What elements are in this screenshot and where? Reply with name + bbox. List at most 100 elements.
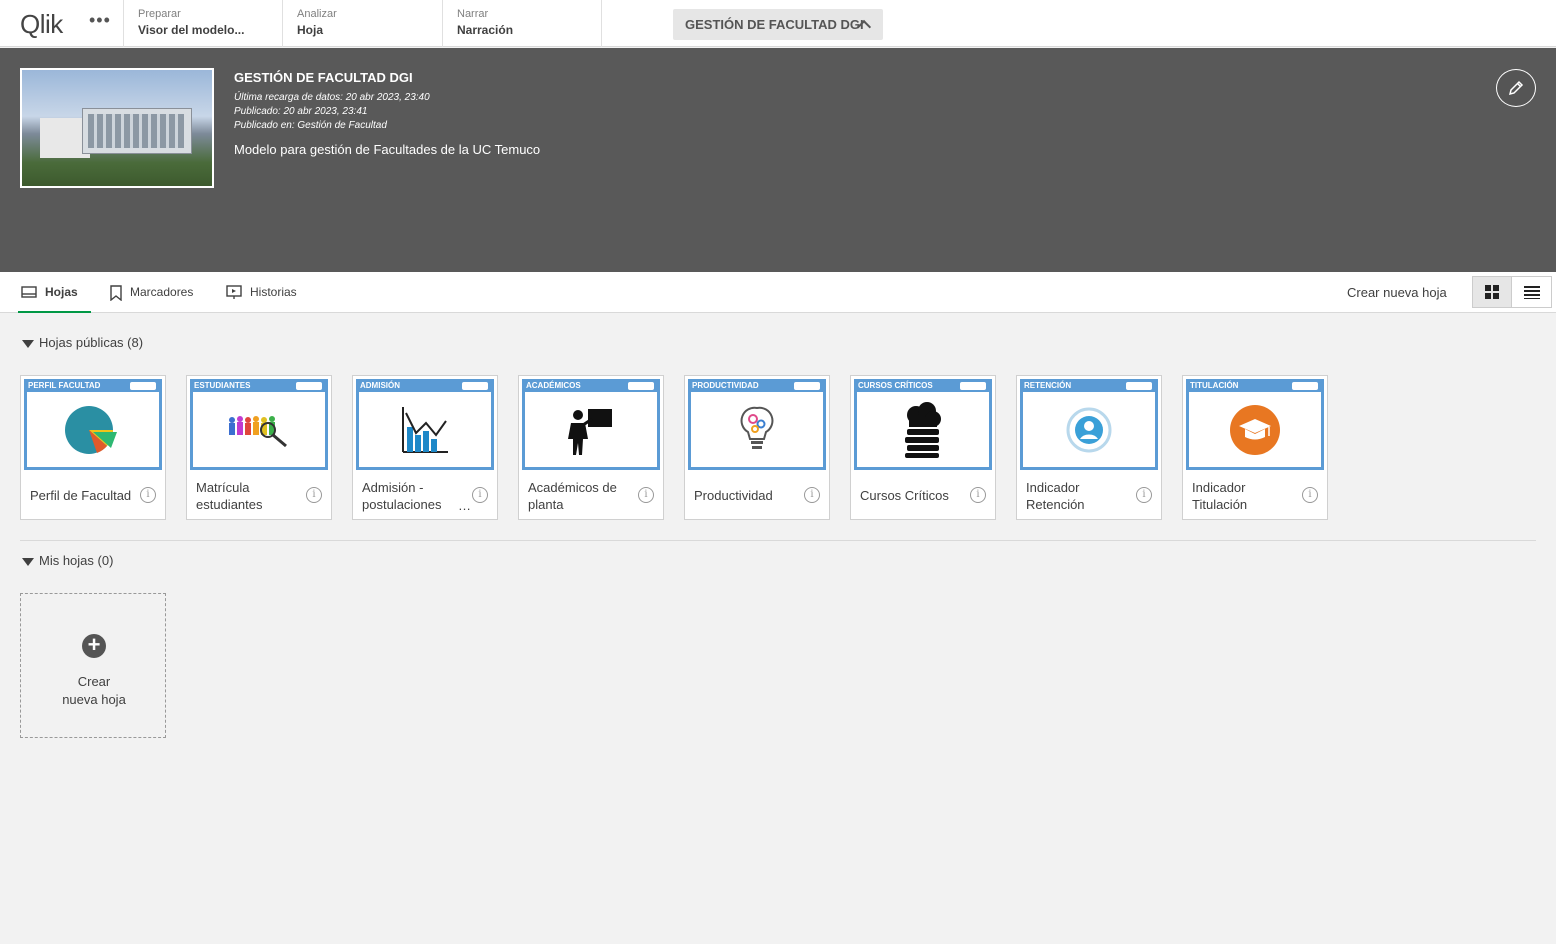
- sheet-thumbnail-tag: ACADÉMICOS: [526, 381, 581, 390]
- sheet-thumbnail-tag: ADMISIÓN: [360, 381, 400, 390]
- truncation-ellipsis: …: [458, 498, 471, 513]
- my-sheets-heading[interactable]: Mis hojas (0): [22, 553, 113, 568]
- section-divider: [20, 540, 1536, 541]
- info-icon[interactable]: i: [1302, 487, 1318, 503]
- public-sheets-heading-label: Hojas públicas (8): [39, 335, 144, 350]
- create-new-sheet-label: Crear nueva hoja: [62, 674, 126, 707]
- university-logo-icon: [628, 382, 654, 390]
- nav-narrate[interactable]: Narrar Narración: [442, 0, 602, 47]
- list-icon: [1523, 286, 1540, 299]
- university-logo-icon: [296, 382, 322, 390]
- sheet-thumbnail: ACADÉMICOS: [522, 379, 660, 470]
- info-icon[interactable]: i: [970, 487, 986, 503]
- my-sheets-heading-label: Mis hojas (0): [39, 553, 114, 568]
- university-logo-icon: [794, 382, 820, 390]
- info-icon[interactable]: i: [140, 487, 156, 503]
- sheet-card-admision[interactable]: ADMISIÓN Admisión - postulaciones … i: [352, 375, 498, 520]
- nav-prepare-value: Visor del modelo...: [138, 23, 245, 37]
- qlik-logo[interactable]: Qlik: [20, 9, 63, 40]
- sheet-thumbnail: PRODUCTIVIDAD: [688, 379, 826, 470]
- grid-icon: [1485, 285, 1499, 299]
- pie-chart-icon: [65, 405, 117, 454]
- sheet-thumbnail-tag: ESTUDIANTES: [194, 381, 251, 390]
- create-new-sheet-link[interactable]: Crear nueva hoja: [1347, 285, 1447, 300]
- nav-narrate-value: Narración: [457, 23, 514, 37]
- app-title: GESTIÓN DE FACULTAD DGI: [234, 70, 413, 85]
- people-search-icon: [229, 415, 287, 447]
- sheet-card-academicos[interactable]: ACADÉMICOS Académicos de planta i: [518, 375, 664, 520]
- university-logo-icon: [1126, 382, 1152, 390]
- tab-bookmarks-label: Marcadores: [130, 285, 194, 300]
- sheet-thumbnail: ESTUDIANTES: [190, 379, 328, 470]
- edit-button[interactable]: [1496, 69, 1536, 107]
- published-text: Publicado: 20 abr 2023, 23:41: [234, 106, 368, 117]
- info-icon[interactable]: i: [1136, 487, 1152, 503]
- sheet-card-title: Cursos Críticos: [860, 488, 949, 503]
- story-icon: [226, 285, 242, 300]
- sheet-card-title: Productividad: [694, 488, 773, 503]
- sheet-thumbnail-tag: PERFIL FACULTAD: [28, 381, 101, 390]
- sheet-card-title: Indicador Titulación: [1192, 480, 1248, 512]
- sheet-card-cursos-criticos[interactable]: CURSOS CRÍTICOS Cursos Críticos i: [850, 375, 996, 520]
- sheet-card-title: Admisión - postulaciones: [362, 480, 442, 512]
- view-toggle: [1472, 276, 1552, 308]
- teacher-icon: [568, 408, 612, 455]
- sheet-icon: [21, 286, 37, 299]
- app-title-label: GESTIÓN DE FACULTAD DGI: [685, 17, 864, 32]
- nav-prepare-label: Preparar: [138, 8, 181, 20]
- app-thumbnail: [20, 68, 214, 188]
- sheet-thumbnail: PERFIL FACULTAD: [24, 379, 162, 470]
- nav-analyze-value: Hoja: [297, 23, 324, 37]
- nav-narrate-label: Narrar: [457, 8, 489, 20]
- tab-stories[interactable]: Historias: [226, 272, 297, 313]
- more-menu-icon[interactable]: •••: [89, 11, 110, 32]
- nav-prepare[interactable]: Preparar Visor del modelo...: [123, 0, 283, 47]
- app-description: Modelo para gestión de Facultades de la …: [234, 142, 541, 157]
- top-bar: Qlik ••• Preparar Visor del modelo... An…: [0, 0, 1556, 47]
- sheet-thumbnail-tag: PRODUCTIVIDAD: [692, 381, 759, 390]
- info-icon[interactable]: i: [804, 487, 820, 503]
- bar-chart-icon: [402, 406, 448, 453]
- lightbulb-icon: [740, 406, 774, 449]
- nav-analyze[interactable]: Analizar Hoja: [282, 0, 442, 47]
- grid-view-button[interactable]: [1473, 277, 1512, 307]
- sheet-card-title: Matrícula estudiantes: [196, 480, 263, 512]
- nav-analyze-label: Analizar: [297, 8, 337, 20]
- collapse-triangle-icon: [22, 339, 34, 348]
- sheet-thumbnail: TITULACIÓN: [1186, 379, 1324, 470]
- sheet-thumbnail-tag: CURSOS CRÍTICOS: [858, 381, 933, 390]
- sheet-card-estudiantes[interactable]: ESTUDIANTES Matrícula estudiantes i: [186, 375, 332, 520]
- list-view-button[interactable]: [1512, 277, 1551, 307]
- info-icon[interactable]: i: [306, 487, 322, 503]
- sheet-card-titulacion[interactable]: TITULACIÓN Indicador Titulación i: [1182, 375, 1328, 520]
- info-icon[interactable]: i: [472, 487, 488, 503]
- sheet-card-retencion[interactable]: RETENCIÓN Indicador Retención i: [1016, 375, 1162, 520]
- university-logo-icon: [462, 382, 488, 390]
- published-in-text: Publicado en: Gestión de Facultad: [234, 120, 387, 131]
- app-overview-header: GESTIÓN DE FACULTAD DGI Última recarga d…: [0, 48, 1556, 272]
- books-cloud-icon: [905, 401, 941, 458]
- tab-sheets-label: Hojas: [45, 285, 78, 299]
- university-logo-icon: [130, 382, 156, 390]
- sheet-card-perfil-facultad[interactable]: PERFIL FACULTAD Perfil de Facultad i: [20, 375, 166, 520]
- sheet-thumbnail-tag: RETENCIÓN: [1024, 381, 1072, 390]
- tab-sheets[interactable]: Hojas: [18, 272, 91, 313]
- sheet-card-title: Perfil de Facultad: [30, 488, 132, 503]
- last-reload-text: Última recarga de datos: 20 abr 2023, 23…: [234, 92, 430, 103]
- tab-bookmarks[interactable]: Marcadores: [110, 272, 193, 313]
- pencil-icon: [1508, 80, 1524, 96]
- user-retention-icon: [1066, 407, 1112, 452]
- plus-circle-icon: +: [82, 634, 106, 658]
- create-new-sheet-card[interactable]: + Crear nueva hoja: [20, 593, 166, 738]
- collapse-triangle-icon: [22, 557, 34, 566]
- info-icon[interactable]: i: [638, 487, 654, 503]
- public-sheets-heading[interactable]: Hojas públicas (8): [22, 335, 143, 350]
- tab-stories-label: Historias: [250, 285, 297, 299]
- sheet-thumbnail-tag: TITULACIÓN: [1190, 381, 1239, 390]
- sheet-card-title: Académicos de planta: [528, 480, 617, 512]
- app-title-button[interactable]: GESTIÓN DE FACULTAD DGI: [673, 9, 883, 40]
- sheet-card-title: Indicador Retención: [1026, 480, 1085, 512]
- sheet-card-productividad[interactable]: PRODUCTIVIDAD Productividad i: [684, 375, 830, 520]
- university-logo-icon: [1292, 382, 1318, 390]
- sheet-thumbnail: CURSOS CRÍTICOS: [854, 379, 992, 470]
